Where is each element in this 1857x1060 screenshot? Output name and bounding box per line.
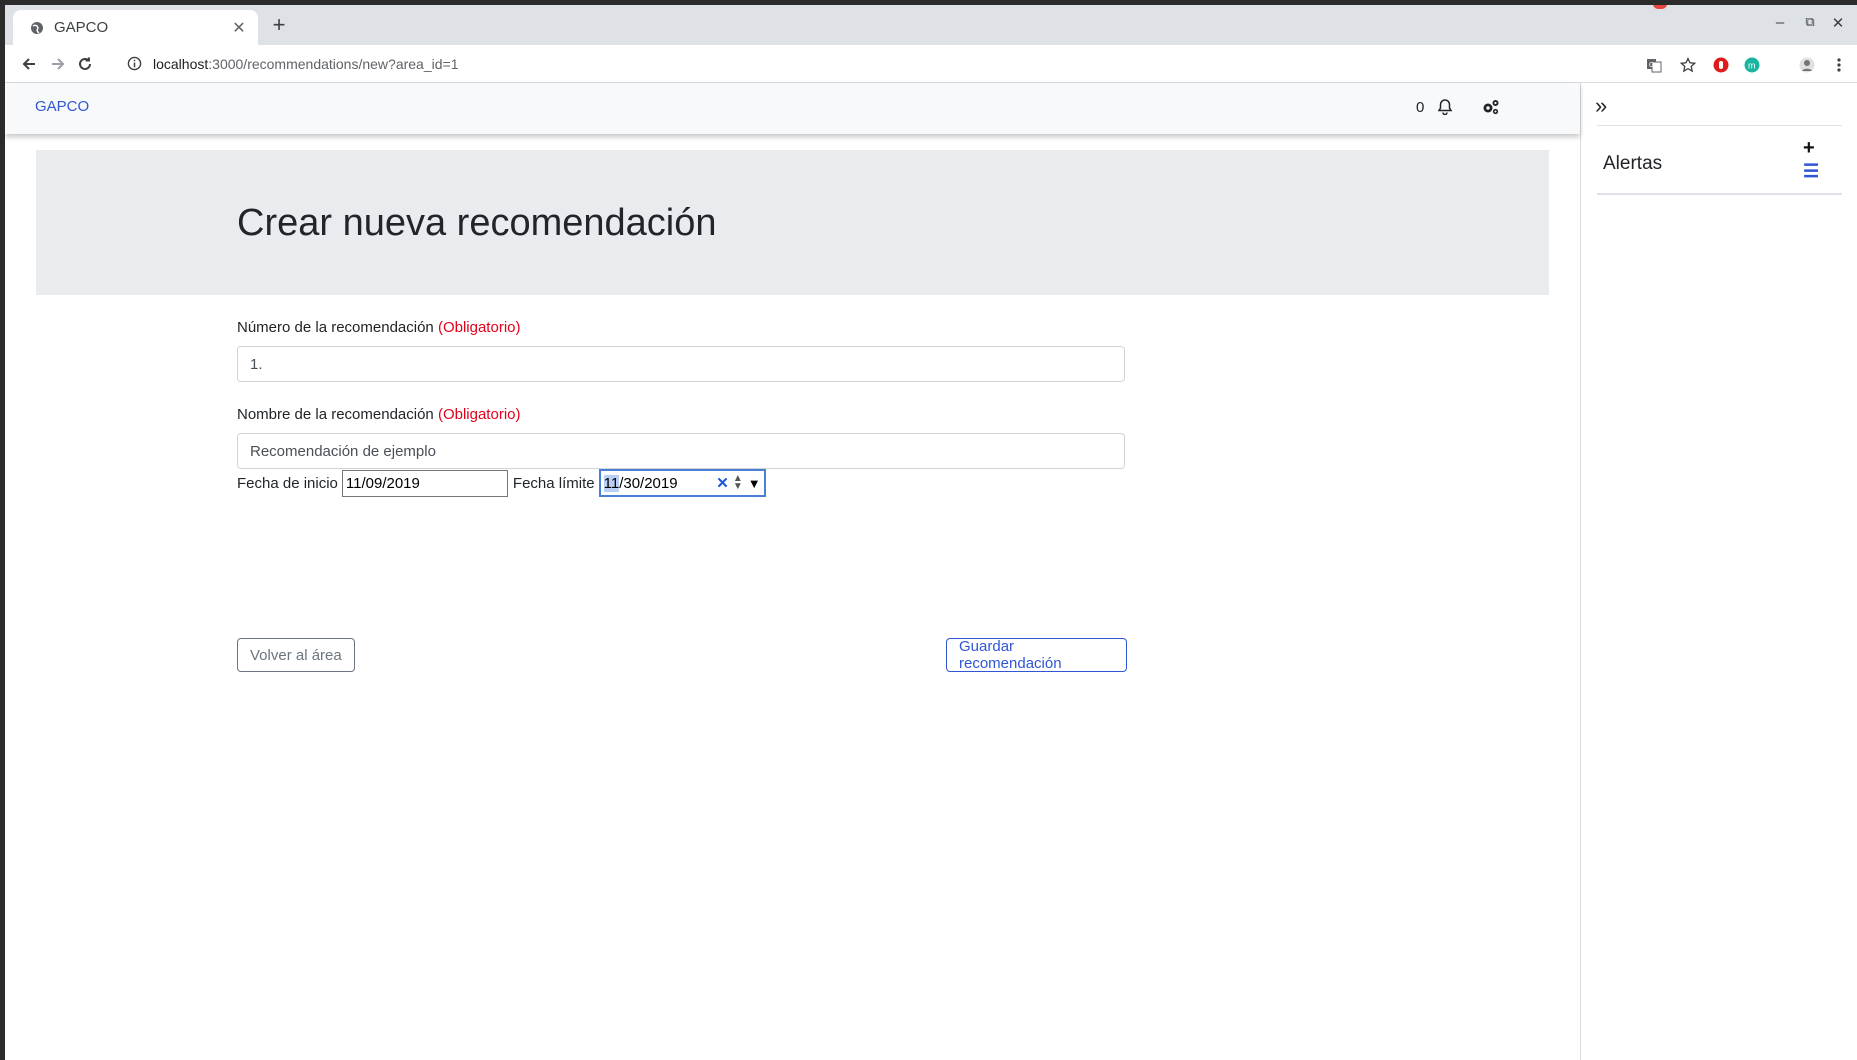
globe-icon: [29, 20, 45, 36]
svg-text:m: m: [1748, 61, 1756, 71]
browser-window: GAPCO ✕ + – ⧉ ✕ localhost:3000/recommend…: [5, 5, 1857, 1060]
brand-link[interactable]: GAPCO: [35, 98, 89, 115]
tab-strip: GAPCO ✕ + – ⧉ ✕: [5, 5, 1857, 45]
adblock-extension-icon[interactable]: [1712, 56, 1730, 74]
url-host: localhost: [153, 56, 209, 72]
recording-indicator-icon: [1653, 5, 1667, 9]
settings-cogs-icon[interactable]: [1481, 98, 1501, 116]
forward-icon[interactable]: [45, 51, 71, 77]
reload-icon[interactable]: [72, 51, 98, 77]
number-label-text: Número de la recomendación: [237, 319, 434, 336]
date-row: Fecha de inicio 11/09/2019 Fecha límite …: [237, 469, 766, 497]
start-date-label: Fecha de inicio: [237, 474, 338, 492]
app-navbar: GAPCO 0: [5, 83, 1580, 134]
collapse-chevron-icon[interactable]: »: [1595, 93, 1607, 119]
new-tab-icon[interactable]: +: [267, 14, 291, 38]
sidebar-title: Alertas: [1603, 153, 1663, 174]
app-viewport: GAPCO 0 Crear nueva recomendación Número…: [5, 83, 1857, 1060]
sidebar-divider: [1597, 125, 1842, 126]
window-close-icon[interactable]: ✕: [1828, 14, 1848, 32]
name-input[interactable]: Recomendación de ejemplo: [237, 433, 1125, 469]
end-date-rest: /30/2019: [619, 474, 678, 492]
back-icon[interactable]: [16, 51, 42, 77]
notification-count: 0: [1416, 99, 1425, 116]
number-required-text: (Obligatorio): [437, 319, 521, 336]
add-alert-icon[interactable]: +: [1803, 137, 1815, 160]
alerts-sidebar: » Alertas + ☰: [1580, 83, 1857, 1060]
tab-title: GAPCO: [54, 19, 109, 36]
number-input[interactable]: 1.: [237, 346, 1125, 382]
minimize-icon[interactable]: –: [1770, 14, 1790, 31]
menu-kebab-icon[interactable]: [1830, 56, 1848, 74]
save-recommendation-button[interactable]: Guardar recomendación: [946, 638, 1127, 672]
browser-tab[interactable]: GAPCO ✕: [13, 10, 258, 45]
translate-icon[interactable]: G: [1645, 56, 1663, 74]
clear-date-icon[interactable]: ✕: [716, 474, 729, 492]
list-alerts-icon[interactable]: ☰: [1803, 161, 1819, 182]
bookmark-star-icon[interactable]: [1679, 56, 1697, 74]
name-label: Nombre de la recomendación (Obligatorio): [237, 406, 520, 423]
bell-icon[interactable]: [1437, 98, 1455, 116]
end-date-month-segment[interactable]: 11: [603, 474, 620, 492]
url-text: localhost:3000/recommendations/new?area_…: [153, 56, 459, 72]
profile-avatar-icon[interactable]: [1798, 56, 1816, 74]
browser-toolbar: localhost:3000/recommendations/new?area_…: [5, 45, 1857, 83]
close-tab-icon[interactable]: ✕: [230, 18, 248, 38]
info-icon[interactable]: [127, 56, 143, 72]
start-date-input[interactable]: 11/09/2019: [341, 469, 508, 497]
number-label: Número de la recomendación (Obligatorio): [237, 319, 520, 336]
page-header: Crear nueva recomendación: [36, 150, 1549, 295]
extension-m-icon[interactable]: m: [1743, 56, 1761, 74]
sidebar-divider: [1597, 193, 1842, 195]
name-required-text: (Obligatorio): [437, 406, 521, 423]
end-date-label: Fecha límite: [512, 474, 595, 492]
url-path: :3000/recommendations/new?area_id=1: [208, 56, 459, 72]
address-bar[interactable]: localhost:3000/recommendations/new?area_…: [115, 49, 1805, 79]
page-title: Crear nueva recomendación: [237, 202, 717, 244]
date-spinner-icon[interactable]: ▲ ▼: [733, 474, 743, 492]
svg-text:G: G: [1649, 62, 1654, 69]
end-date-input[interactable]: 11/30/2019 ✕ ▲ ▼ ▼: [598, 469, 766, 497]
date-dropdown-icon[interactable]: ▼: [748, 476, 761, 491]
restore-icon[interactable]: ⧉: [1800, 14, 1820, 30]
name-label-text: Nombre de la recomendación: [237, 406, 434, 423]
back-to-area-button[interactable]: Volver al área: [237, 638, 355, 672]
